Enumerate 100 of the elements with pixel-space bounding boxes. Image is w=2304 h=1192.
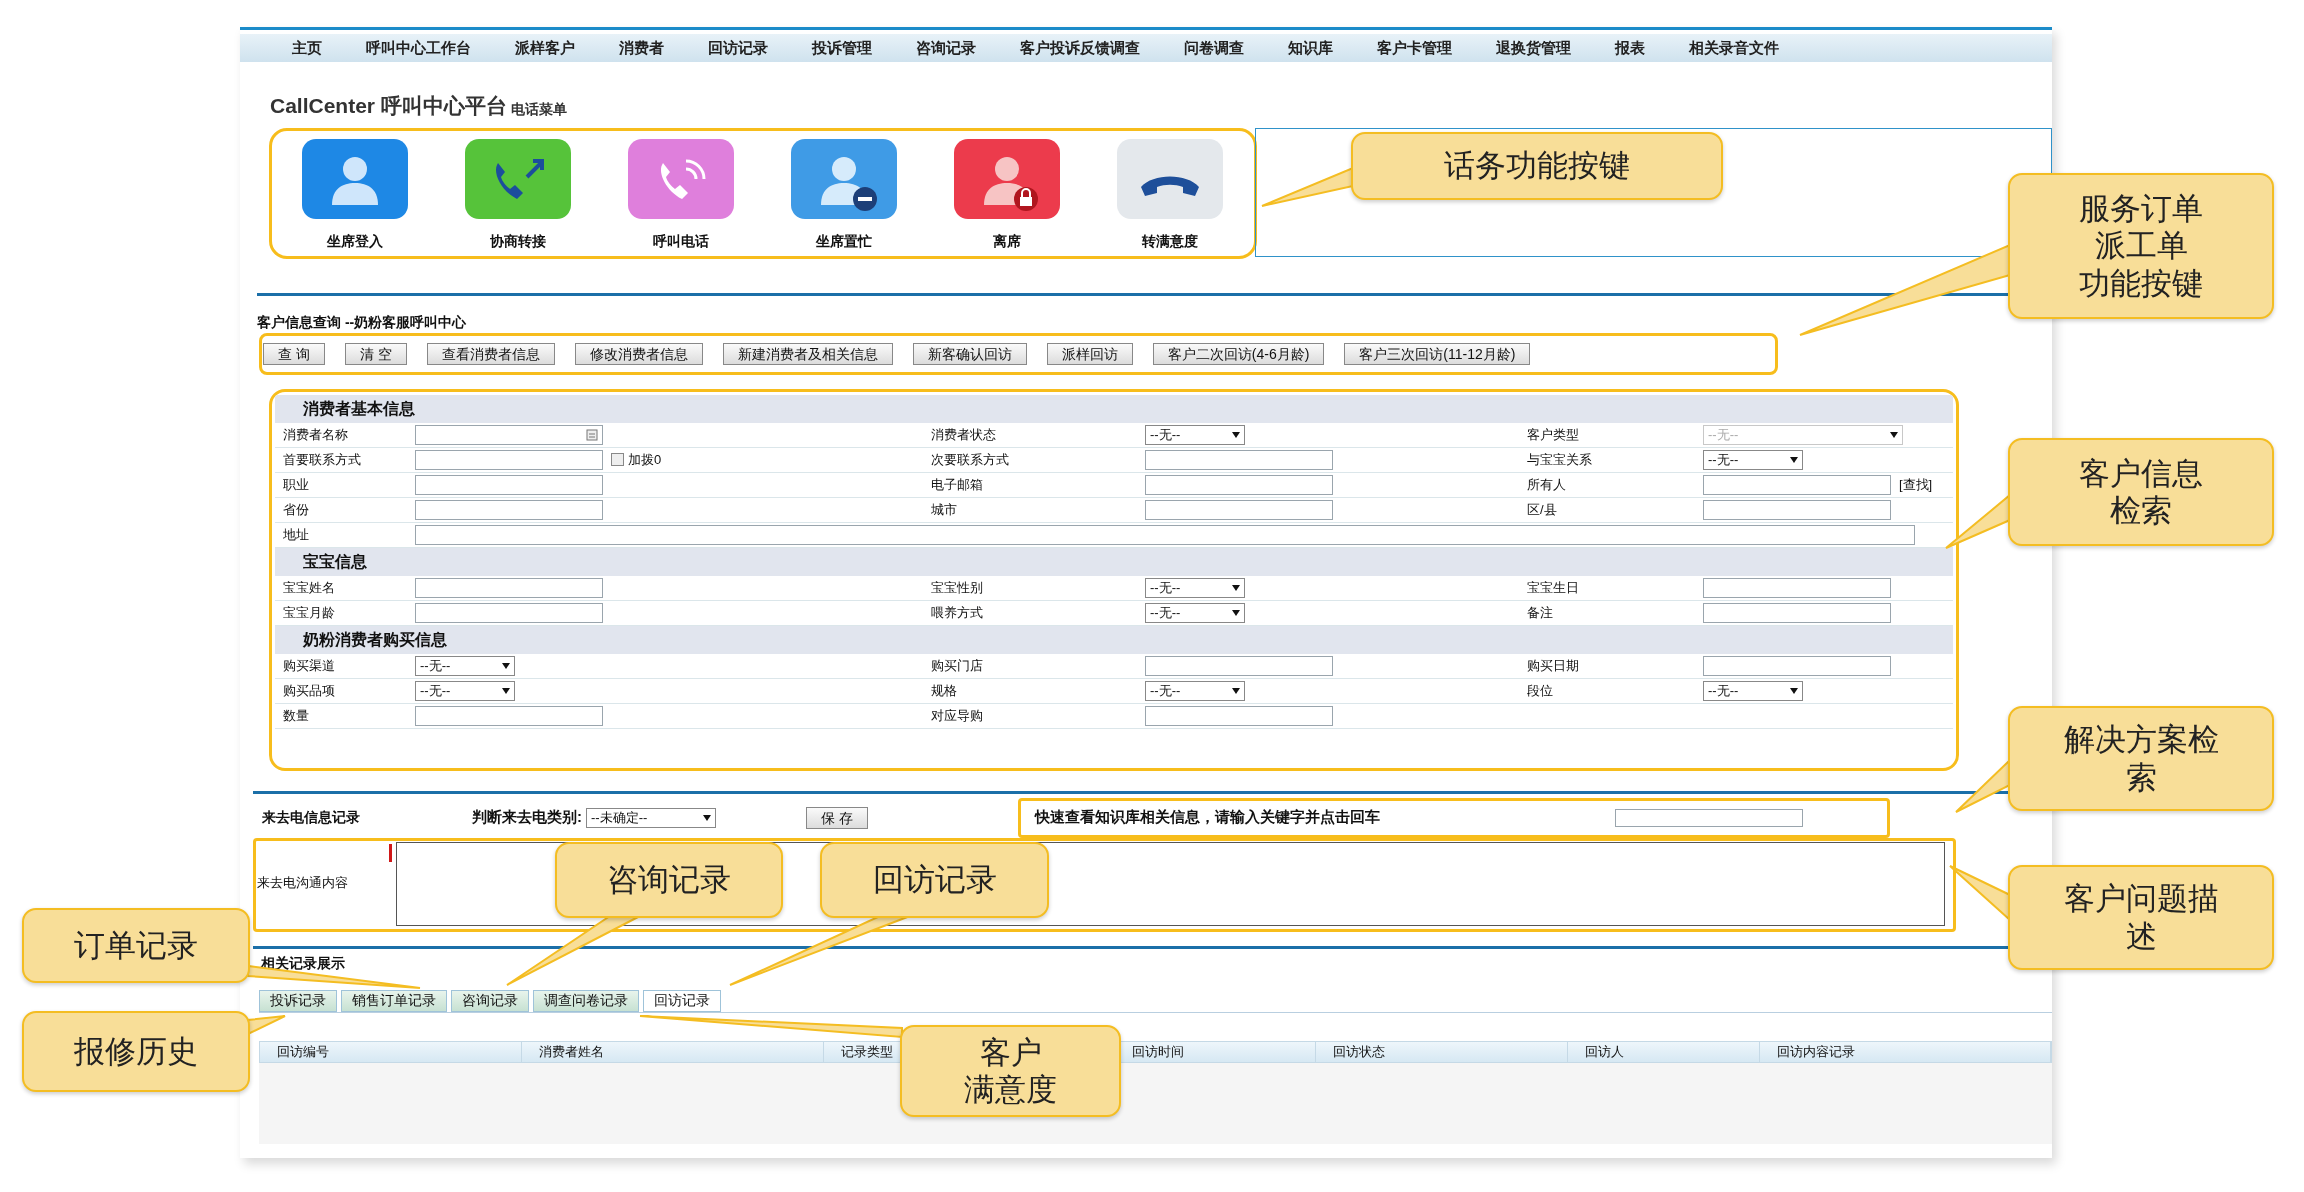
text-field[interactable] (415, 474, 603, 495)
dropdown[interactable]: --无-- (1703, 680, 1803, 701)
dropdown[interactable]: --无-- (1145, 602, 1245, 623)
text-field[interactable] (415, 424, 603, 445)
phone-button-label[interactable]: 坐席登入 (327, 230, 383, 252)
section-header: 消费者基本信息 (275, 394, 1953, 423)
action-button[interactable]: 新客确认回访 (912, 342, 1027, 365)
dropdown-arrow-icon (1890, 431, 1898, 438)
text-field[interactable] (415, 705, 603, 726)
text-field[interactable] (415, 602, 603, 623)
dropdown[interactable]: --无-- (415, 680, 515, 701)
search-label: 快速查看知识库相关信息，请输入关键字并点击回车 (1034, 807, 1381, 828)
section-title: 客户信息查询 --奶粉客服呼叫中心 (257, 312, 468, 332)
column-header: 消费者姓名 (522, 1041, 824, 1062)
column-header: 回访状态 (1316, 1041, 1568, 1062)
tab[interactable]: 回访记录 (643, 989, 721, 1012)
dropdown-arrow-icon (1232, 584, 1240, 591)
dropdown[interactable]: --无-- (1145, 577, 1245, 598)
app-subtitle: 电话菜单 (510, 99, 567, 119)
text-field[interactable] (415, 524, 1915, 545)
text-field[interactable] (415, 577, 603, 598)
field-label: 购买渠道 (282, 656, 336, 675)
dropdown-arrow-icon (502, 687, 510, 694)
nav-item[interactable]: 消费者 (619, 36, 664, 60)
tab[interactable]: 销售订单记录 (341, 989, 447, 1012)
action-button[interactable]: 新建消费者及相关信息 (722, 342, 893, 365)
text-field[interactable] (1703, 655, 1891, 676)
section-header: 奶粉消费者购买信息 (275, 625, 1953, 654)
action-button[interactable]: 客户三次回访(11-12月龄) (1344, 342, 1531, 365)
action-button[interactable]: 客户二次回访(4-6月龄) (1152, 342, 1325, 365)
action-button[interactable]: 修改消费者信息 (574, 342, 703, 365)
text-field[interactable] (1145, 655, 1333, 676)
field-label: 规格 (930, 681, 958, 700)
phone-button-label[interactable]: 离席 (993, 230, 1021, 252)
field-label: 备注 (1526, 603, 1554, 622)
text-field[interactable] (1703, 474, 1891, 495)
text-field[interactable] (1703, 602, 1891, 623)
text-field[interactable] (1145, 705, 1333, 726)
person-minus-icon[interactable] (791, 138, 897, 219)
section-title: 来去电信息记录 (262, 808, 361, 827)
tab[interactable]: 咨询记录 (451, 989, 529, 1012)
dropdown-arrow-icon (1232, 431, 1240, 438)
phone-button-label[interactable]: 坐席置忙 (816, 230, 872, 252)
action-button[interactable]: 查看消费者信息 (426, 342, 555, 365)
action-button[interactable]: 清 空 (344, 342, 407, 365)
tab[interactable]: 调查问卷记录 (533, 989, 639, 1012)
handset-icon[interactable] (1117, 138, 1223, 219)
field-label: 城市 (930, 500, 958, 519)
dropdown[interactable]: --无-- (1703, 449, 1803, 470)
dropdown[interactable]: --无-- (1145, 424, 1245, 445)
text-field[interactable] (1145, 449, 1333, 470)
nav-item[interactable]: 报表 (1615, 36, 1645, 60)
field-label: 购买日期 (1526, 656, 1580, 675)
nav-item[interactable]: 投诉管理 (812, 36, 872, 60)
text-field[interactable] (1145, 499, 1333, 520)
column-header: 回访内容记录 (1759, 1041, 2051, 1062)
field-label: 地址 (282, 525, 310, 544)
field-label: 区/县 (1526, 500, 1558, 519)
dropdown[interactable]: --无-- (1145, 680, 1245, 701)
nav-item[interactable]: 退换货管理 (1496, 36, 1571, 60)
phone-button-label[interactable]: 呼叫电话 (653, 230, 709, 252)
action-button[interactable]: 查 询 (263, 342, 325, 365)
nav-item[interactable]: 回访记录 (708, 36, 768, 60)
nav-item[interactable]: 问卷调查 (1184, 36, 1244, 60)
find-link[interactable]: [查找] (1899, 474, 1933, 495)
callout: 报修历史 (22, 1011, 250, 1092)
checkbox[interactable] (611, 453, 624, 466)
text-field[interactable] (415, 449, 603, 470)
save-button[interactable]: 保 存 (806, 806, 868, 829)
nav-item[interactable]: 相关录音文件 (1689, 36, 1779, 60)
dropdown-arrow-icon (703, 814, 711, 821)
text-field[interactable] (1703, 499, 1891, 520)
field-label: 电子邮箱 (930, 475, 984, 494)
dropdown[interactable]: --无-- (415, 655, 515, 676)
text-field[interactable] (415, 499, 603, 520)
person-lock-icon[interactable] (954, 138, 1060, 219)
cursor-marker (389, 843, 392, 862)
field-label: 消费者状态 (930, 425, 997, 444)
person-icon[interactable] (302, 138, 408, 219)
field-label: 与宝宝关系 (1526, 450, 1593, 469)
action-button[interactable]: 派样回访 (1046, 342, 1133, 365)
text-field[interactable] (1703, 577, 1891, 598)
text-field[interactable] (1145, 474, 1333, 495)
dropdown[interactable]: --未确定-- (586, 807, 716, 828)
nav-item[interactable]: 咨询记录 (916, 36, 976, 60)
dropdown-arrow-icon (1790, 456, 1798, 463)
nav-item[interactable]: 客户卡管理 (1377, 36, 1452, 60)
nav-item[interactable]: 呼叫中心工作台 (366, 36, 471, 60)
nav-item[interactable]: 知识库 (1288, 36, 1333, 60)
phone-button-label[interactable]: 转满意度 (1142, 230, 1198, 252)
phone-icon[interactable] (628, 138, 734, 219)
phone-button-label[interactable]: 协商转接 (490, 230, 546, 252)
nav-item[interactable]: 派样客户 (515, 36, 575, 60)
nav-item[interactable]: 客户投诉反馈调查 (1020, 36, 1140, 60)
dropdown-arrow-icon (1232, 687, 1240, 694)
contact-card-icon (586, 428, 598, 441)
nav-item[interactable]: 主页 (292, 36, 322, 60)
search-field[interactable] (1614, 808, 1803, 827)
field-label: 喂养方式 (930, 603, 984, 622)
tab[interactable]: 投诉记录 (259, 989, 337, 1012)
